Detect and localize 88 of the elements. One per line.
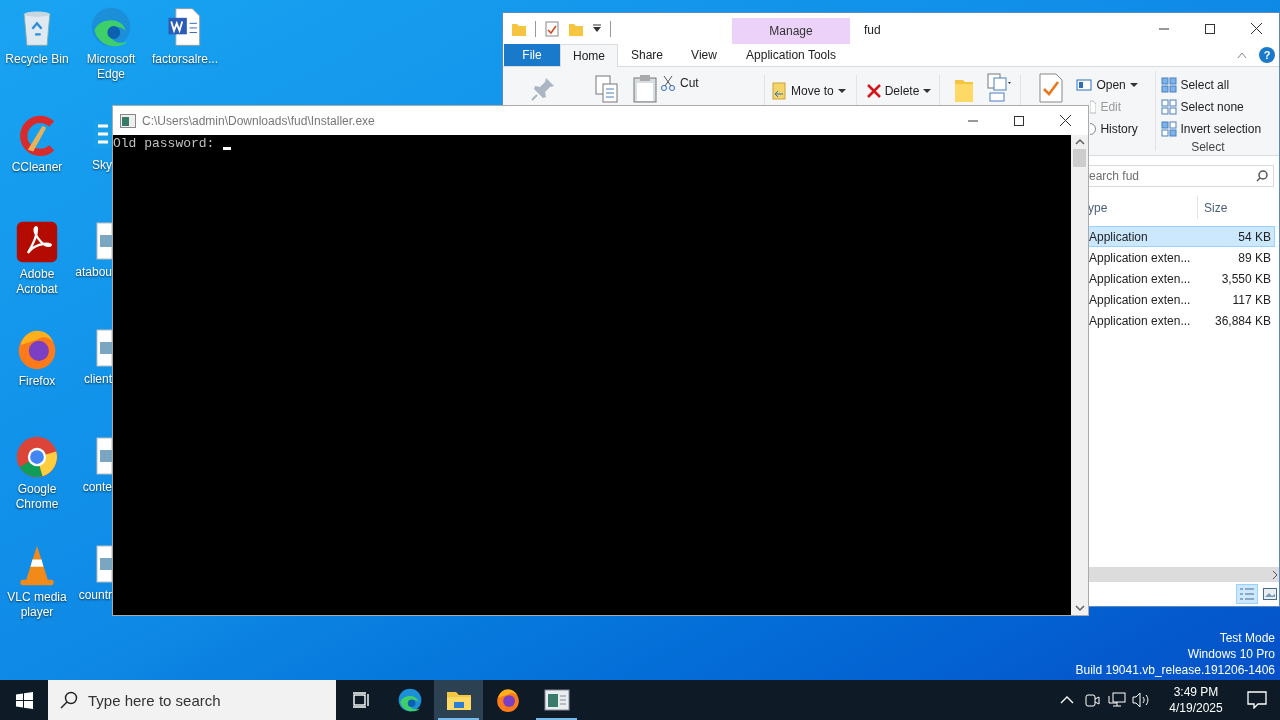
ribbon-tab[interactable]: File (504, 44, 560, 66)
acrobat-icon (15, 220, 59, 264)
properties-icon[interactable] (544, 20, 560, 37)
move-to-button[interactable]: Move to (771, 81, 846, 101)
network-icon[interactable] (1108, 692, 1126, 708)
thumbnail-icon (1263, 588, 1277, 600)
windows-icon (15, 691, 33, 709)
file-type: Application exten... (1089, 312, 1192, 330)
search-icon (1256, 170, 1268, 182)
collapse-ribbon-icon[interactable] (1237, 51, 1247, 59)
maximize-icon (1014, 115, 1024, 126)
clock[interactable]: 3:49 PM 4/19/2025 (1158, 680, 1234, 720)
list-icon (1239, 587, 1255, 601)
dropdown-icon[interactable] (592, 23, 602, 34)
ribbon-command[interactable]: History (1090, 120, 1152, 138)
paste-icon[interactable] (632, 74, 658, 103)
ribbon-command[interactable]: Open (1076, 76, 1152, 94)
grid-icon (1161, 121, 1178, 137)
firefox-icon (494, 687, 521, 713)
column-header[interactable]: Size (1198, 198, 1228, 217)
grid-icon (1161, 99, 1178, 115)
scrollbar-thumb[interactable] (1073, 149, 1086, 167)
maximize-icon (1205, 23, 1215, 34)
console-icon (120, 113, 136, 128)
select-command[interactable]: Select all (1161, 76, 1265, 94)
volume-icon[interactable] (1132, 692, 1150, 708)
desktop-info-text: Windows 10 Pro (1187, 646, 1275, 662)
scroll-right-icon (1271, 569, 1279, 580)
search-field[interactable]: earch fud (1088, 165, 1274, 187)
taskbar-search-field[interactable]: Type here to search (48, 680, 336, 720)
column-header[interactable]: ype (1088, 198, 1197, 217)
desktop-info-text: Build 19041.vb_release.191206-1406 (1075, 662, 1275, 678)
ribbon-tab[interactable]: Application Tools (732, 44, 850, 66)
task-view-icon (352, 692, 370, 708)
file-row[interactable]: Application exten... 117 KB (1088, 289, 1275, 310)
taskbar-app[interactable] (434, 680, 483, 720)
search-icon (60, 691, 78, 709)
file-size: 54 KB (1237, 228, 1272, 246)
edge-icon (396, 687, 423, 713)
file-size: 117 KB (1231, 291, 1272, 309)
icon-label[interactable]: countr (78, 588, 112, 603)
text-cursor (223, 147, 232, 150)
close-icon (1250, 23, 1262, 34)
scissors-icon (660, 75, 676, 91)
ribbon-tab[interactable]: Share (618, 44, 676, 66)
window-title: fud (864, 22, 881, 39)
ribbon-tab[interactable]: Home (560, 44, 618, 67)
chevron-up-icon[interactable] (1060, 695, 1074, 705)
camera-icon[interactable] (1084, 692, 1100, 708)
caret-icon (923, 88, 932, 94)
window-app-icon[interactable] (543, 689, 570, 711)
properties-icon[interactable] (1037, 73, 1066, 103)
open-icon (1076, 78, 1093, 92)
select-command[interactable]: Invert selection (1161, 120, 1265, 138)
icon-label[interactable]: VLC media player (0, 590, 74, 620)
desktop-info-text: Test Mode (1219, 630, 1275, 646)
select-command[interactable]: Select none (1161, 98, 1265, 116)
edge-icon (89, 5, 133, 49)
prompt-text: Old password: (113, 136, 216, 152)
file-row[interactable]: Application exten... 3,550 KB (1088, 268, 1275, 289)
file-row[interactable]: Application exten... 89 KB (1088, 247, 1275, 268)
group-label: Select (1190, 139, 1226, 156)
ribbon-tab[interactable]: View (676, 44, 732, 66)
file-type: Application exten... (1089, 291, 1192, 309)
caret-icon (1129, 82, 1138, 88)
help-icon[interactable]: ? (1259, 47, 1275, 63)
file-type: Application exten... (1089, 249, 1192, 267)
vertical-scrollbar[interactable] (1071, 135, 1088, 615)
file-size: 3,550 KB (1220, 270, 1272, 288)
file-type: Application exten... (1089, 270, 1192, 288)
file-size: 89 KB (1237, 249, 1272, 267)
file-row[interactable]: Application exten... 36,884 KB (1088, 310, 1275, 331)
date-text: 4/19/2025 (1169, 700, 1223, 716)
caret-icon (837, 88, 846, 94)
grid-icon (1161, 77, 1178, 93)
window-title: C:\Users\admin\Downloads\fud\Installer.exe (142, 112, 375, 130)
horizontal-scrollbar[interactable] (1088, 567, 1279, 582)
chrome-icon (15, 435, 59, 479)
cut-button[interactable]: Cut (660, 74, 764, 92)
time-text: 3:49 PM (1173, 684, 1219, 700)
file-row[interactable]: Application 54 KB (1088, 226, 1275, 247)
close-icon (1059, 115, 1071, 126)
file-type: Application (1089, 228, 1149, 246)
speech-bubble-icon (1247, 691, 1267, 709)
delete-icon (866, 84, 881, 98)
file-size: 36,884 KB (1213, 312, 1272, 330)
context-tab-header: Manage (732, 18, 850, 44)
delete-button[interactable]: Delete (866, 81, 932, 101)
